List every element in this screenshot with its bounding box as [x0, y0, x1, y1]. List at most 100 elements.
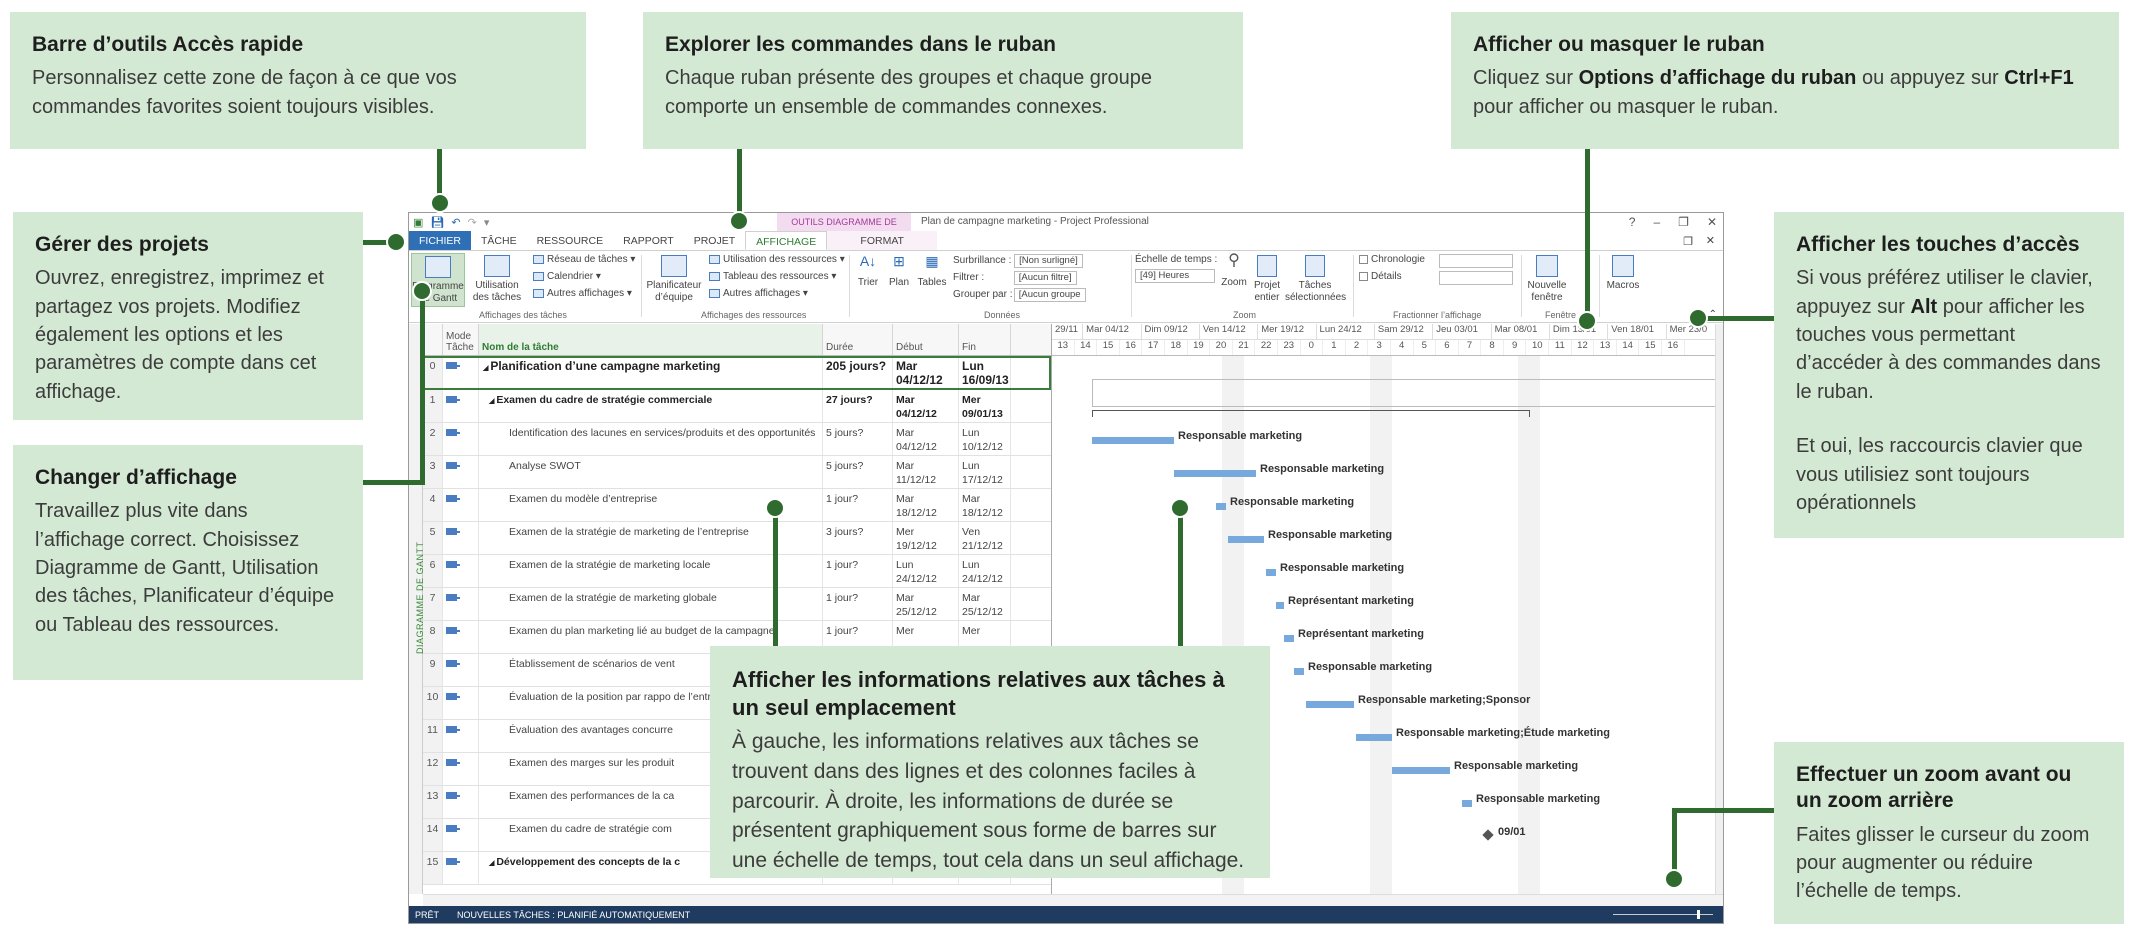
- customize-qat-icon[interactable]: ▾: [484, 216, 490, 229]
- table-row[interactable]: 1 ◢ Examen du cadre de stratégie commerci…: [423, 390, 1051, 423]
- weekend-shading[interactable]: [1370, 356, 1392, 894]
- highlight-control[interactable]: Surbrillance : [Non surligné]: [953, 254, 1083, 268]
- gantt-bar[interactable]: [1276, 602, 1284, 609]
- task-end[interactable]: Lun 16/09/13: [959, 356, 1011, 389]
- milestone-marker[interactable]: [1482, 829, 1494, 841]
- gantt-bar[interactable]: [1216, 503, 1226, 510]
- gantt-bar[interactable]: [1356, 734, 1392, 741]
- calendar-button[interactable]: Calendrier ▾: [533, 271, 601, 282]
- task-start[interactable]: Mar 11/12/12: [893, 456, 959, 488]
- task-name[interactable]: ◢ Examen du cadre de stratégie commercia…: [479, 390, 823, 422]
- network-diagram-button[interactable]: Réseau de tâches ▾: [533, 254, 635, 265]
- task-start[interactable]: Mer 19/12/12: [893, 522, 959, 554]
- filter-control[interactable]: Filtrer : [Aucun filtre]: [953, 271, 1077, 285]
- task-end[interactable]: Lun 10/12/12: [959, 423, 1011, 455]
- restore-icon[interactable]: ❐: [1678, 215, 1689, 229]
- sort-button[interactable]: A↓ Trier: [853, 253, 883, 289]
- timescale-dropdown[interactable]: [49] Heures: [1135, 269, 1215, 283]
- task-duration[interactable]: 1 jour?: [823, 489, 893, 521]
- task-duration[interactable]: 27 jours?: [823, 390, 893, 422]
- gantt-bar[interactable]: [1092, 437, 1174, 444]
- col-mode[interactable]: Mode Tâche: [443, 324, 479, 355]
- task-name[interactable]: Identification des lacunes en services/p…: [479, 423, 823, 455]
- gantt-bar[interactable]: [1228, 536, 1264, 543]
- task-name[interactable]: Examen de la stratégie de marketing de l…: [479, 522, 823, 554]
- table-row[interactable]: 2 Identification des lacunes en services/…: [423, 423, 1051, 456]
- tab-rapport[interactable]: RAPPORT: [613, 231, 684, 250]
- table-row[interactable]: 6 Examen de la stratégie de marketing loc…: [423, 555, 1051, 588]
- tab-tache[interactable]: TÂCHE: [471, 231, 527, 250]
- details-checkbox[interactable]: Détails: [1359, 271, 1402, 282]
- col-start[interactable]: Début: [893, 324, 959, 355]
- window-restore-icon[interactable]: ❐: [1683, 235, 1693, 248]
- task-end[interactable]: Ven 21/12/12: [959, 522, 1011, 554]
- highlight-dropdown[interactable]: [Non surligné]: [1014, 254, 1083, 268]
- tab-fichier[interactable]: FICHIER: [409, 231, 471, 250]
- task-usage-button[interactable]: Utilisation des tâches: [467, 253, 527, 307]
- task-name[interactable]: Analyse SWOT: [479, 456, 823, 488]
- task-duration[interactable]: 3 jours?: [823, 522, 893, 554]
- task-name[interactable]: Examen de la stratégie de marketing glob…: [479, 588, 823, 620]
- task-duration[interactable]: 1 jour?: [823, 588, 893, 620]
- timescale-control[interactable]: Échelle de temps :: [1135, 254, 1217, 265]
- col-name[interactable]: Nom de la tâche: [479, 324, 823, 355]
- summary-bar[interactable]: [1092, 379, 1723, 407]
- selected-tasks-button[interactable]: Tâches sélectionnées: [1285, 253, 1346, 304]
- timescale-dropdown-wrap[interactable]: [49] Heures: [1135, 269, 1215, 283]
- tab-format[interactable]: FORMAT: [827, 231, 938, 250]
- gantt-bar[interactable]: [1174, 470, 1256, 477]
- redo-icon[interactable]: ↷: [468, 216, 477, 229]
- details-dropdown[interactable]: [1439, 271, 1513, 288]
- tab-affichage[interactable]: AFFICHAGE: [745, 231, 828, 250]
- other-views-button[interactable]: Autres affichages ▾: [533, 288, 632, 299]
- gantt-bar[interactable]: [1266, 569, 1276, 576]
- task-start[interactable]: Mar 04/12/12: [893, 356, 959, 389]
- task-end[interactable]: Mar 25/12/12: [959, 588, 1011, 620]
- task-duration[interactable]: 5 jours?: [823, 423, 893, 455]
- entire-project-button[interactable]: Projet entier: [1251, 253, 1283, 304]
- tab-ressource[interactable]: RESSOURCE: [527, 231, 614, 250]
- task-duration[interactable]: 205 jours?: [823, 356, 893, 389]
- task-end[interactable]: Mer 09/01/13: [959, 390, 1011, 422]
- filter-dropdown[interactable]: [Aucun filtre]: [1013, 271, 1077, 285]
- task-start[interactable]: Mar 18/12/12: [893, 489, 959, 521]
- help-icon[interactable]: ?: [1629, 215, 1636, 229]
- task-end[interactable]: Mar 18/12/12: [959, 489, 1011, 521]
- group-by-control[interactable]: Grouper par : [Aucun groupe: [953, 288, 1086, 302]
- table-row[interactable]: 0 ◢ Planification d’une campagne marketin…: [423, 356, 1051, 390]
- col-end[interactable]: Fin: [959, 324, 1011, 355]
- tab-projet[interactable]: PROJET: [684, 231, 745, 250]
- table-row[interactable]: 4 Examen du modèle d’entreprise 1 jour? Mar…: [423, 489, 1051, 522]
- task-start[interactable]: Mar 04/12/12: [893, 390, 959, 422]
- new-window-button[interactable]: Nouvelle fenêtre: [1525, 253, 1569, 304]
- tables-button[interactable]: ▦ Tables: [915, 253, 949, 289]
- weekend-shading[interactable]: [1518, 356, 1540, 894]
- task-name[interactable]: Examen de la stratégie de marketing loca…: [479, 555, 823, 587]
- task-start[interactable]: Mar 25/12/12: [893, 588, 959, 620]
- other-views-resource-button[interactable]: Autres affichages ▾: [709, 288, 808, 299]
- gantt-bar[interactable]: [1462, 800, 1472, 807]
- gantt-bar[interactable]: [1284, 635, 1294, 642]
- task-duration[interactable]: 1 jour?: [823, 555, 893, 587]
- resource-sheet-button[interactable]: Tableau des ressources ▾: [709, 271, 836, 282]
- table-row[interactable]: 7 Examen de la stratégie de marketing glo…: [423, 588, 1051, 621]
- col-duration[interactable]: Durée: [823, 324, 893, 355]
- task-end[interactable]: Lun 17/12/12: [959, 456, 1011, 488]
- macros-button[interactable]: Macros: [1603, 253, 1643, 292]
- close-icon[interactable]: ✕: [1707, 215, 1717, 229]
- gantt-bar[interactable]: [1294, 668, 1304, 675]
- timeline-dropdown[interactable]: [1439, 254, 1513, 271]
- status-new-tasks[interactable]: NOUVELLES TÂCHES : PLANIFIÉ AUTOMATIQUEM…: [457, 910, 690, 920]
- gantt-bar[interactable]: [1306, 701, 1354, 708]
- timeline-checkbox[interactable]: Chronologie: [1359, 254, 1425, 265]
- gantt-bar[interactable]: [1392, 767, 1450, 774]
- window-close-icon[interactable]: ✕: [1706, 234, 1715, 247]
- outline-button[interactable]: ⊞ Plan: [885, 253, 913, 289]
- group-by-dropdown[interactable]: [Aucun groupe: [1013, 288, 1086, 302]
- minimize-icon[interactable]: –: [1653, 215, 1660, 229]
- zoom-button[interactable]: ⚲ Zoom: [1219, 253, 1249, 289]
- task-start[interactable]: Mar 04/12/12: [893, 423, 959, 455]
- table-row[interactable]: 3 Analyse SWOT 5 jours? Mar 11/12/12 Lun 17/…: [423, 456, 1051, 489]
- resource-usage-button[interactable]: Utilisation des ressources ▾: [709, 254, 845, 265]
- summary-bar[interactable]: [1092, 410, 1530, 417]
